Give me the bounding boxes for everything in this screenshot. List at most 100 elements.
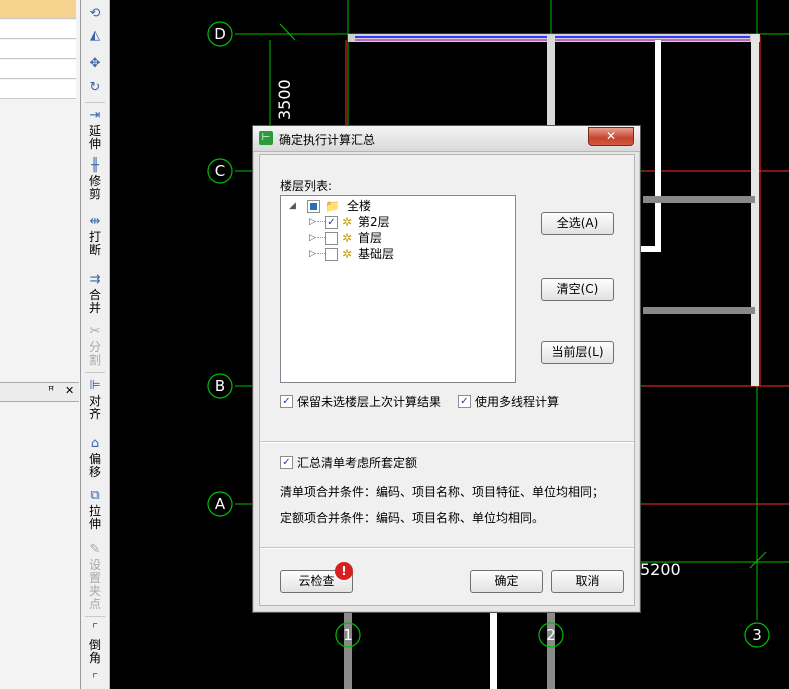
mirror-icon: ◭ (90, 28, 100, 43)
move-icon: ✥ (89, 56, 101, 71)
tree-node-root[interactable]: ◢ 📁 全楼 (289, 198, 509, 214)
modify-toolbar: ⟲ ◭ ✥ ↻ ⇥ 延伸 ╫ 修剪 ⇹ 打断 ⇉ 合并 ✂ 分割 ⊫ 对齐 ⌂ 偏移 ⧉ 拉伸 … (81, 0, 110, 689)
toolbar-divider (85, 616, 105, 617)
tree-node-floor[interactable]: ▷ ✓ ✲ 第2层 (309, 214, 509, 230)
property-row[interactable] (0, 0, 76, 19)
property-row[interactable] (0, 40, 76, 59)
close-icon[interactable]: ✕ (65, 384, 74, 397)
property-row[interactable] (0, 80, 76, 99)
rotate-copy-tool[interactable]: ⟲ (81, 6, 109, 22)
close-button[interactable]: ✕ (588, 127, 634, 146)
break-icon: ⇹ (89, 214, 101, 229)
move-tool[interactable]: ✥ (81, 56, 109, 72)
extend-icon: ⇥ (89, 108, 101, 123)
axis-label-a: A (215, 495, 226, 513)
split-label: 分割 (88, 340, 101, 367)
cancel-button[interactable]: 取消 (551, 570, 624, 593)
align-button[interactable]: ⊫ 对齐 (81, 378, 109, 421)
dialog-body: 楼层列表: ◢ 📁 全楼 ▷ ✓ ✲ 第2层 ▷ ✲ 首层 ▷ ✲ 基础层 全选… (259, 154, 635, 606)
expand-icon[interactable]: ▷ (309, 230, 319, 246)
multithread-checkbox[interactable]: ✓ 使用多线程计算 (458, 394, 559, 410)
offset-icon: ⌂ (90, 436, 100, 451)
toolbar-divider (85, 102, 105, 103)
checkbox-box[interactable]: ✓ (280, 456, 293, 469)
bill-merge-condition: 清单项合并条件：编码、项目名称、项目特征、单位均相同； (280, 485, 605, 499)
tree-checkbox-floor[interactable]: ✓ (325, 216, 338, 229)
dimension-vertical: 3500 (275, 79, 294, 120)
tree-node-floor[interactable]: ▷ ✲ 基础层 (309, 246, 509, 262)
section-divider (260, 441, 634, 443)
floor-icon: ✲ (342, 215, 353, 229)
property-row[interactable] (0, 20, 76, 39)
extend-button[interactable]: ⇥ 延伸 (81, 108, 109, 151)
merge-icon: ⇉ (89, 272, 101, 287)
tree-checkbox-root[interactable] (307, 200, 320, 213)
keep-results-checkbox[interactable]: ✓ 保留未选楼层上次计算结果 (280, 394, 441, 410)
axis-label-1: 1 (343, 626, 353, 644)
tree-connector (317, 253, 325, 254)
extend-label: 延伸 (88, 124, 101, 151)
tree-node-floor[interactable]: ▷ ✲ 首层 (309, 230, 509, 246)
tree-checkbox-floor[interactable] (325, 248, 338, 261)
split-button[interactable]: ✂ 分割 (81, 324, 109, 367)
property-row[interactable] (0, 60, 76, 79)
checkbox-box[interactable]: ✓ (280, 395, 293, 408)
keep-results-label: 保留未选楼层上次计算结果 (297, 395, 442, 409)
property-panel: ꟸ ✕ (0, 0, 81, 689)
merge-button[interactable]: ⇉ 合并 (81, 272, 109, 315)
stretch-button[interactable]: ⧉ 拉伸 (81, 488, 109, 531)
mirror-copy-icon: ⟲ (89, 6, 101, 21)
dim-tick (749, 551, 767, 569)
dimension-horizontal: 5200 (640, 560, 681, 579)
checkbox-box[interactable]: ✓ (458, 395, 471, 408)
dim-tick (279, 23, 296, 41)
dock-panel-header: ꟸ ✕ (0, 382, 79, 402)
dialog-title: 确定执行计算汇总 (279, 133, 376, 147)
select-all-button[interactable]: 全选(A) (541, 212, 614, 235)
calculate-summary-dialog: ⊢ 确定执行计算汇总 ✕ 楼层列表: ◢ 📁 全楼 ▷ ✓ ✲ 第2层 ▷ ✲ … (252, 125, 641, 613)
offset-label: 偏移 (88, 452, 101, 479)
fillet-button[interactable]: ⌜ (81, 672, 109, 688)
tree-checkbox-floor[interactable] (325, 232, 338, 245)
tree-label-floor: 基础层 (358, 247, 395, 261)
pin-icon[interactable]: ꟸ (48, 384, 54, 397)
section-divider (260, 547, 634, 549)
grip-label: 设置夹点 (88, 558, 101, 611)
floor-list-label: 楼层列表: (280, 179, 333, 193)
warning-badge-icon: ! (335, 562, 353, 580)
break-button[interactable]: ⇹ 打断 (81, 214, 109, 257)
expand-icon[interactable]: ▷ (309, 246, 319, 262)
split-icon: ✂ (89, 324, 101, 339)
trim-button[interactable]: ╫ 修剪 (81, 158, 109, 201)
expand-icon[interactable]: ▷ (309, 214, 319, 230)
axis-label-3: 3 (752, 626, 762, 644)
rotate-tool[interactable]: ↻ (81, 80, 109, 96)
axis-label-c: C (215, 162, 225, 180)
current-floor-button[interactable]: 当前层(L) (541, 341, 614, 364)
axis-label-b: B (215, 377, 225, 395)
tree-label-floor: 首层 (358, 231, 383, 245)
ok-button[interactable]: 确定 (470, 570, 543, 593)
clear-button[interactable]: 清空(C) (541, 278, 614, 301)
offset-button[interactable]: ⌂ 偏移 (81, 436, 109, 479)
floor-tree[interactable]: ◢ 📁 全楼 ▷ ✓ ✲ 第2层 ▷ ✲ 首层 ▷ ✲ 基础层 (280, 195, 516, 383)
chamfer-label: 倒角 (88, 638, 101, 665)
quota-merge-condition: 定额项合并条件：编码、项目名称、单位均相同。 (280, 511, 545, 525)
chamfer-button[interactable]: ⌜ 倒角 (81, 622, 109, 665)
set-grip-button[interactable]: ✎ 设置夹点 (81, 542, 109, 611)
axis-label-d: D (214, 25, 226, 43)
collapse-icon[interactable]: ◢ (289, 198, 299, 214)
toolbar-divider (85, 372, 105, 373)
tree-connector (317, 221, 325, 222)
mirror-tool[interactable]: ◭ (81, 28, 109, 44)
trim-icon: ╫ (91, 158, 99, 173)
floor-icon: ✲ (342, 247, 353, 261)
tree-label-floor: 第2层 (358, 215, 390, 229)
chamfer-icon: ⌜ (91, 622, 99, 637)
align-icon: ⊫ (89, 378, 101, 393)
dialog-titlebar[interactable]: ⊢ 确定执行计算汇总 ✕ (253, 126, 640, 152)
summary-quota-checkbox[interactable]: ✓ 汇总清单考虑所套定额 (280, 455, 417, 471)
folder-icon: 📁 (325, 199, 340, 213)
tree-connector (317, 237, 325, 238)
rotate-icon: ↻ (89, 80, 101, 95)
